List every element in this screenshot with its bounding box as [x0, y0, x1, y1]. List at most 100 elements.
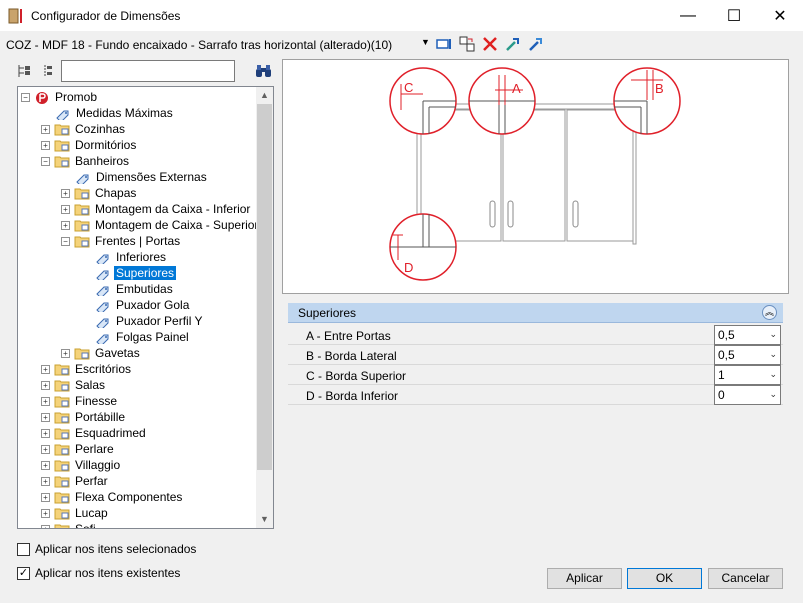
expand-icon[interactable]: + [41, 492, 50, 502]
tree-item[interactable]: Superiores [95, 265, 177, 281]
tree-item-label: Cozinhas [75, 122, 126, 136]
chevron-down-icon[interactable]: ⌄ [769, 389, 777, 400]
folder-icon [54, 492, 70, 503]
minimize-button[interactable]: — [665, 0, 711, 31]
apply-selected-checkbox[interactable] [17, 542, 30, 556]
category-tree[interactable]: − Promob Medidas Máximas + Cozinhas + Dormitór… [17, 86, 274, 529]
tree-item[interactable]: Puxador Gola [95, 297, 191, 313]
expand-icon[interactable]: + [61, 204, 70, 214]
binoculars-icon[interactable] [255, 63, 272, 79]
tree-item[interactable]: + Finesse [41, 393, 119, 409]
expand-icon[interactable]: + [41, 124, 50, 134]
apply-selected-option[interactable]: Aplicar nos itens selecionados [17, 542, 196, 556]
tree-item[interactable]: Inferiores [95, 249, 168, 265]
tree-item[interactable]: − Banheiros [41, 153, 131, 169]
property-value: 0 [718, 388, 725, 402]
apply-existing-option[interactable]: ✓ Aplicar nos itens existentes [17, 566, 180, 580]
item-selector[interactable]: COZ - MDF 18 - Fundo encaixado - Sarrafo… [6, 38, 392, 52]
tree-item[interactable]: Dimensões Externas [75, 169, 209, 185]
expand-icon[interactable]: + [41, 444, 50, 454]
import-icon[interactable] [505, 36, 521, 52]
tree-item[interactable]: + Lucap [41, 505, 110, 521]
expand-icon[interactable]: + [41, 380, 50, 390]
expand-icon[interactable]: + [41, 476, 50, 486]
collapse-tree-icon[interactable] [40, 63, 56, 79]
folder-icon [74, 220, 90, 231]
folder-icon [54, 508, 70, 519]
close-button[interactable]: ✕ [757, 0, 803, 31]
copy-dimensions-icon[interactable] [459, 36, 475, 52]
tree-item[interactable]: + Gavetas [61, 345, 142, 361]
property-value-select[interactable]: 0,5 ⌄ [714, 325, 781, 345]
tree-item[interactable]: Folgas Painel [95, 329, 191, 345]
folder-icon [54, 380, 70, 391]
expand-icon[interactable]: + [41, 508, 50, 518]
folder-icon [54, 396, 70, 407]
expand-icon[interactable]: + [61, 188, 70, 198]
expand-icon[interactable]: + [61, 348, 70, 358]
cancel-button[interactable]: Cancelar [708, 568, 783, 589]
tree-item-label: Folgas Painel [116, 330, 189, 344]
property-value-select[interactable]: 0,5 ⌄ [714, 345, 781, 365]
chevron-down-icon[interactable]: ⌄ [769, 329, 777, 340]
scroll-up-icon[interactable]: ▲ [256, 87, 273, 104]
scroll-down-icon[interactable]: ▼ [256, 511, 273, 528]
tree-item[interactable]: Puxador Perfil Y [95, 313, 205, 329]
property-row: D - Borda Inferior 0 ⌄ [288, 385, 783, 405]
tree-item[interactable]: + Villaggio [41, 457, 122, 473]
export-icon[interactable] [528, 36, 544, 52]
tree-item[interactable]: + Flexa Componentes [41, 489, 184, 505]
tree-item[interactable]: + Sofi [41, 521, 98, 528]
tree-item[interactable]: + Dormitórios [41, 137, 138, 153]
tree-scrollbar[interactable]: ▲ ▼ [256, 87, 273, 528]
expand-icon[interactable]: + [41, 412, 50, 422]
tree-item[interactable]: + Portábille [41, 409, 127, 425]
folder-icon [54, 460, 70, 471]
tag-icon [96, 334, 109, 344]
chevron-down-icon[interactable]: ⌄ [769, 349, 777, 360]
tag-icon [76, 174, 89, 184]
tree-item[interactable]: + Escritórios [41, 361, 133, 377]
tree-item[interactable]: + Montagem da Caixa - Inferior [61, 201, 252, 217]
tree-item[interactable]: + Montagem de Caixa - Superior [61, 217, 260, 233]
item-dropdown-icon[interactable]: ▼ [421, 37, 430, 47]
tree-item[interactable]: Embutidas [95, 281, 175, 297]
tree-item[interactable]: + Cozinhas [41, 121, 127, 137]
property-value: 0,5 [718, 348, 735, 362]
tree-item[interactable]: + Perfar [41, 473, 110, 489]
tree-item-label: Flexa Componentes [75, 490, 183, 504]
tree-item[interactable]: − Promob [21, 89, 99, 105]
tree-item[interactable]: + Esquadrimed [41, 425, 148, 441]
select-item-icon[interactable] [436, 36, 452, 52]
tree-item[interactable]: + Perlare [41, 441, 116, 457]
property-value-select[interactable]: 0 ⌄ [714, 385, 781, 405]
expand-icon[interactable]: + [41, 396, 50, 406]
collapse-node-icon[interactable]: − [61, 236, 70, 246]
expand-icon[interactable]: + [41, 460, 50, 470]
collapse-node-icon[interactable]: − [41, 156, 50, 166]
ok-button[interactable]: OK [627, 568, 702, 589]
tag-icon [56, 110, 69, 120]
delete-icon[interactable] [482, 36, 498, 52]
expand-tree-icon[interactable] [17, 63, 33, 79]
expand-icon[interactable]: + [41, 524, 50, 528]
tree-item[interactable]: + Salas [41, 377, 107, 393]
tree-item[interactable]: + Chapas [61, 185, 138, 201]
expand-icon[interactable]: + [61, 220, 70, 230]
expand-icon[interactable]: + [41, 364, 50, 374]
apply-existing-checkbox[interactable]: ✓ [17, 566, 30, 580]
collapse-node-icon[interactable]: − [21, 92, 30, 102]
collapse-icon[interactable]: ︽ [762, 305, 777, 320]
search-input[interactable] [61, 60, 235, 82]
tree-item[interactable]: − Frentes | Portas [61, 233, 182, 249]
chevron-down-icon[interactable]: ⌄ [769, 369, 777, 380]
expand-icon[interactable]: + [41, 428, 50, 438]
property-value-select[interactable]: 1 ⌄ [714, 365, 781, 385]
scroll-thumb[interactable] [257, 104, 272, 470]
maximize-button[interactable]: ☐ [711, 0, 757, 31]
expand-icon[interactable]: + [41, 140, 50, 150]
tree-item-label: Montagem de Caixa - Superior [95, 218, 259, 232]
property-value: 0,5 [718, 328, 735, 342]
tree-item[interactable]: Medidas Máximas [55, 105, 175, 121]
apply-button[interactable]: Aplicar [547, 568, 622, 589]
